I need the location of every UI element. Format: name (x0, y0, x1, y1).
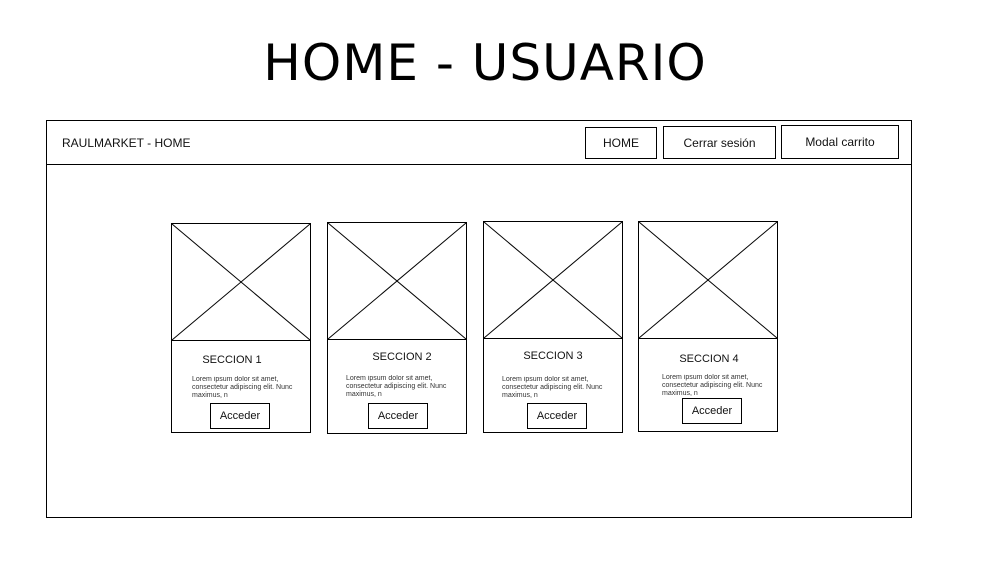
image-placeholder-icon (639, 222, 777, 338)
home-button[interactable]: HOME (585, 127, 657, 159)
section-card: SECCION 2 Lorem ipsum dolor sit amet, co… (327, 222, 467, 434)
card-description: Lorem ipsum dolor sit amet, consectetur … (502, 376, 603, 399)
section-card: SECCION 3 Lorem ipsum dolor sit amet, co… (483, 221, 623, 433)
access-button[interactable]: Acceder (210, 403, 270, 429)
image-placeholder-icon (484, 222, 622, 338)
image-placeholder (328, 223, 466, 340)
logout-button[interactable]: Cerrar sesión (663, 126, 776, 159)
card-title: SECCION 4 (679, 353, 739, 365)
image-placeholder (172, 224, 310, 341)
image-placeholder-icon (328, 223, 466, 339)
access-button[interactable]: Acceder (368, 403, 428, 429)
cart-modal-button[interactable]: Modal carrito (781, 125, 899, 159)
browser-frame: RAULMARKET - HOME HOME Cerrar sesión Mod… (46, 120, 912, 518)
section-card: SECCION 1 Lorem ipsum dolor sit amet, co… (171, 223, 311, 433)
card-description: Lorem ipsum dolor sit amet, consectetur … (662, 374, 763, 397)
image-placeholder (484, 222, 622, 339)
navbar: RAULMARKET - HOME HOME Cerrar sesión Mod… (47, 121, 911, 165)
card-description: Lorem ipsum dolor sit amet, consectetur … (192, 376, 293, 399)
card-title: SECCION 1 (202, 354, 262, 366)
card-title: SECCION 3 (523, 350, 583, 362)
navbar-brand[interactable]: RAULMARKET - HOME (62, 136, 190, 150)
image-placeholder-icon (172, 224, 310, 340)
access-button[interactable]: Acceder (527, 403, 587, 429)
page-title: HOME - USUARIO (263, 34, 707, 92)
card-title: SECCION 2 (372, 351, 432, 363)
section-card: SECCION 4 Lorem ipsum dolor sit amet, co… (638, 221, 778, 432)
card-description: Lorem ipsum dolor sit amet, consectetur … (346, 375, 447, 398)
access-button[interactable]: Acceder (682, 398, 742, 424)
image-placeholder (639, 222, 777, 339)
